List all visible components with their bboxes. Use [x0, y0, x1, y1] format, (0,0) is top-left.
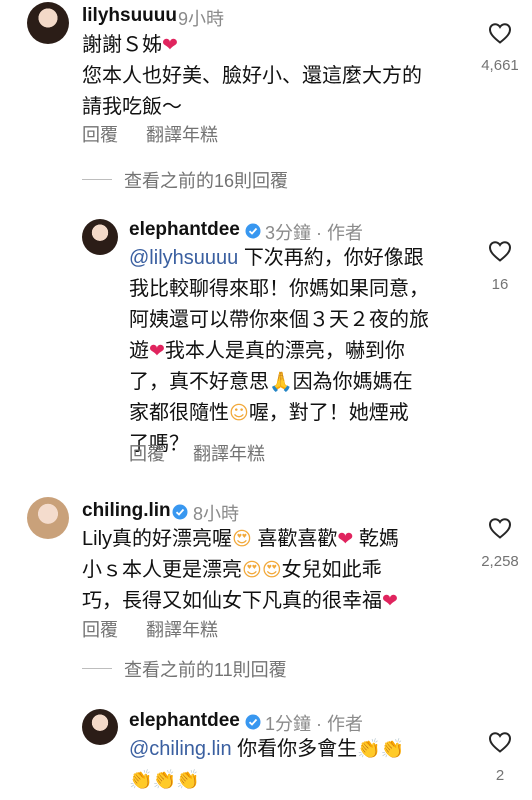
- red-heart-emoji: ❤: [149, 340, 165, 362]
- like-count: 2,258: [481, 553, 519, 570]
- author-label: 作者: [327, 223, 364, 243]
- comment-line: 乾媽: [358, 528, 399, 550]
- avatar[interactable]: [82, 219, 118, 255]
- comment-time: 8小時: [193, 504, 240, 524]
- comment-line: 遊: [129, 340, 149, 362]
- comment-line: 請我吃飯～: [82, 96, 182, 118]
- verified-badge-icon: [172, 504, 188, 520]
- heart-outline-icon[interactable]: [488, 517, 512, 539]
- translate-button[interactable]: 翻譯年糕: [193, 444, 265, 464]
- comment-actions: 回覆 翻譯年糕: [129, 440, 293, 466]
- comment-line: 巧，長得又如仙女下凡真的很幸福: [82, 590, 382, 612]
- comment-username[interactable]: elephantdee: [129, 710, 240, 732]
- verified-badge-icon: [245, 714, 261, 730]
- mention-link[interactable]: @chiling.lin: [129, 738, 232, 760]
- comment-line: 我比較聊得來耶！你媽如果同意，: [129, 278, 429, 300]
- comment-body: @lilyhsuuuu 下次再約，你好像跟 我比較聊得來耶！你媽如果同意， 阿姨…: [129, 243, 469, 460]
- clap-emoji: 👏: [176, 769, 201, 791]
- view-previous-replies-button[interactable]: 查看之前的16則回覆: [124, 167, 288, 193]
- comment-time: 1分鐘 · 作者: [265, 714, 364, 734]
- pray-emoji: 🙏: [269, 371, 293, 393]
- comment-line: 你看你多會生: [237, 738, 358, 760]
- red-heart-emoji: ❤: [382, 590, 398, 612]
- verified-badge-icon: [245, 223, 261, 239]
- comment-username[interactable]: lilyhsuuuu: [82, 5, 177, 27]
- heart-outline-icon[interactable]: [488, 240, 512, 262]
- heart-outline-icon[interactable]: [488, 22, 512, 44]
- divider: [82, 668, 112, 669]
- comment-line: 阿姨還可以帶你來個３天２夜的旅: [129, 309, 429, 331]
- like-count: 4,661: [481, 57, 519, 74]
- comment-body: @chiling.lin 你看你多會生👏👏 👏👏👏: [129, 734, 469, 796]
- comment-time: 3分鐘 · 作者: [265, 223, 364, 243]
- comment-line: Lily真的好漂亮喔: [82, 528, 233, 550]
- comment-time-value: 3分鐘: [265, 223, 312, 243]
- like-count: 16: [491, 276, 509, 293]
- clap-emoji: 👏: [152, 769, 177, 791]
- clap-emoji: 👏: [380, 738, 405, 760]
- comment-line: 女兒如此乖: [281, 559, 382, 581]
- heart-outline-icon[interactable]: [488, 731, 512, 753]
- author-label: 作者: [327, 714, 364, 734]
- comment-actions: 回覆 翻譯年糕: [82, 121, 246, 147]
- clap-emoji: 👏: [357, 738, 381, 760]
- comment-line: 了，真不好意思: [129, 371, 269, 393]
- avatar[interactable]: [27, 2, 69, 44]
- avatar[interactable]: [27, 497, 69, 539]
- comment-line: 家都很隨性: [129, 402, 229, 424]
- mention-link[interactable]: @lilyhsuuuu: [129, 247, 238, 269]
- heart-eyes-emoji: 😍: [242, 559, 262, 581]
- like-count: 2: [495, 767, 505, 784]
- reply-button[interactable]: 回覆: [129, 444, 165, 464]
- comment-body: Lily真的好漂亮喔😍 喜歡喜歡❤ 乾媽 小ｓ本人更是漂亮😍😍女兒如此乖 巧，長…: [82, 524, 472, 617]
- comment-username[interactable]: chiling.lin: [82, 500, 171, 522]
- comment-line: 喔，對了！她煙戒: [248, 402, 409, 424]
- comment-line: 您本人也好美、臉好小、還這麼大方的: [82, 65, 422, 87]
- comment-line: 小ｓ本人更是漂亮: [82, 559, 242, 581]
- translate-button[interactable]: 翻譯年糕: [146, 620, 218, 640]
- comment-username[interactable]: elephantdee: [129, 219, 240, 241]
- view-previous-replies-button[interactable]: 查看之前的11則回覆: [124, 656, 287, 682]
- comment-line: 謝謝Ｓ姊: [82, 34, 162, 56]
- comment-actions: 回覆 翻譯年糕: [82, 616, 246, 642]
- smile-emoji: ☺: [229, 402, 249, 424]
- comment-time: 9小時: [178, 9, 225, 29]
- comment-line: 我本人是真的漂亮，嚇到你: [164, 340, 405, 362]
- translate-button[interactable]: 翻譯年糕: [146, 125, 218, 145]
- avatar[interactable]: [82, 709, 118, 745]
- red-heart-emoji: ❤: [162, 34, 178, 56]
- reply-button[interactable]: 回覆: [82, 125, 118, 145]
- comment-time-value: 1分鐘: [265, 714, 312, 734]
- red-heart-emoji: ❤: [337, 528, 354, 550]
- divider: [82, 179, 112, 180]
- heart-eyes-emoji: 😍: [261, 559, 282, 581]
- comment-line: 下次再約，你好像跟: [243, 247, 424, 269]
- comment-body: 謝謝Ｓ姊❤ 您本人也好美、臉好小、還這麼大方的 請我吃飯～: [82, 30, 472, 123]
- reply-button[interactable]: 回覆: [82, 620, 118, 640]
- clap-emoji: 👏: [129, 769, 153, 791]
- comment-line: 因為你媽媽在: [292, 371, 413, 393]
- heart-eyes-emoji: 😍: [232, 528, 252, 550]
- comment-line: 喜歡喜歡: [257, 528, 338, 550]
